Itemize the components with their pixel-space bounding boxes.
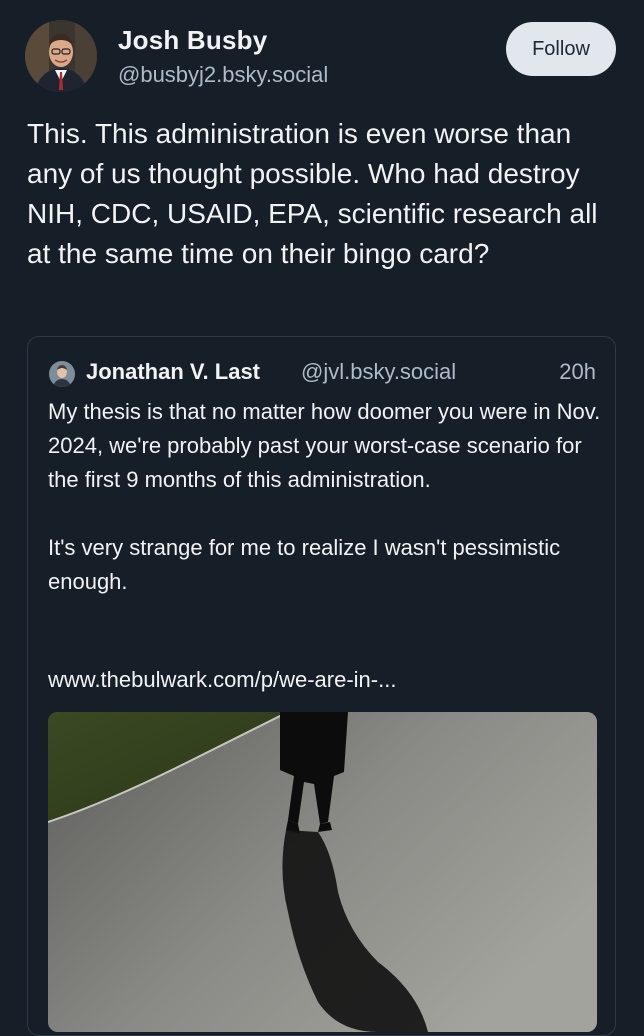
author-name[interactable]: Josh Busby — [118, 25, 267, 56]
quoted-author-avatar[interactable] — [49, 361, 75, 387]
quoted-author-name[interactable]: Jonathan V. Last — [86, 359, 260, 385]
author-handle[interactable]: @busbyj2.bsky.social — [118, 62, 328, 88]
quoted-paragraph: My thesis is that no matter how doomer y… — [48, 399, 601, 492]
follow-button[interactable]: Follow — [506, 22, 616, 76]
quoted-post-link[interactable]: www.thebulwark.com/p/we-are-in-... — [48, 667, 396, 693]
author-avatar[interactable] — [25, 20, 97, 92]
post-text: This. This administration is even worse … — [27, 118, 598, 269]
quoted-post-time: 20h — [559, 359, 596, 384]
quoted-post-text: My thesis is that no matter how doomer y… — [48, 395, 603, 599]
quoted-post-image[interactable] — [48, 712, 597, 1032]
post: Josh Busby @busbyj2.bsky.social Follow T… — [0, 0, 644, 1036]
quoted-author-handle[interactable]: @jvl.bsky.social — [301, 359, 456, 385]
quoted-post[interactable]: Jonathan V. Last @jvl.bsky.social 20h My… — [27, 336, 616, 1036]
quoted-paragraph: It's very strange for me to realize I wa… — [48, 535, 561, 594]
